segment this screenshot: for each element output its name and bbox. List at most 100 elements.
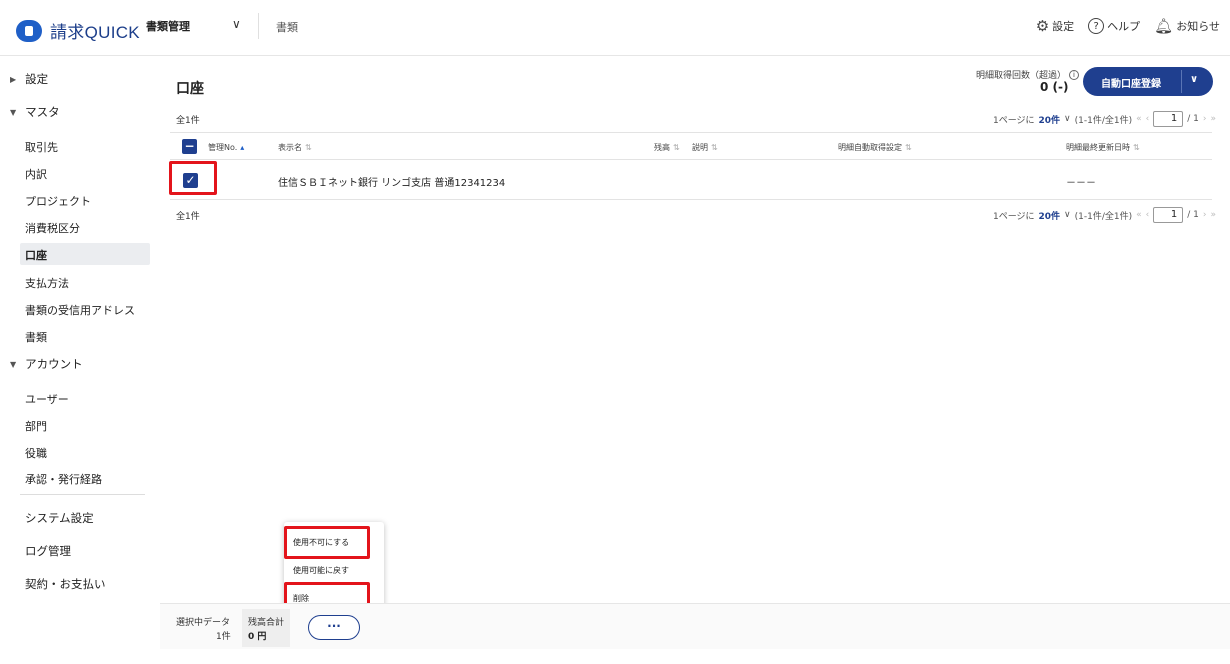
app-header: 請求QUICK 書類管理 ∨ 書類 ⚙ 設定 ? ヘルプ 🔔︎ お知らせ <box>0 0 1230 56</box>
sort-icon: ⇅ <box>673 143 680 152</box>
sort-icon: ⇅ <box>905 143 912 152</box>
next-page-icon[interactable]: › <box>1203 114 1207 124</box>
total-pages: / 1 <box>1187 114 1199 124</box>
sidebar-item-receive-address[interactable]: 書類の受信用アドレス <box>25 302 135 318</box>
settings-link[interactable]: ⚙ 設定 <box>1036 17 1074 35</box>
fetch-count-value: 0 (-) <box>1040 80 1069 94</box>
col-description[interactable]: 説明 ⇅ <box>692 142 718 153</box>
balance-total-label: 残高合計 <box>248 618 285 628</box>
next-page-icon[interactable]: › <box>1203 210 1207 220</box>
select-all-checkbox[interactable]: − <box>182 139 197 154</box>
logo-mark-icon <box>16 19 42 42</box>
sort-icon: ⇅ <box>711 143 718 152</box>
per-page-select[interactable]: 20件 <box>1039 209 1061 222</box>
balance-total-box: 残高合計 0 円 <box>242 609 290 647</box>
per-page-select[interactable]: 20件 <box>1039 113 1061 126</box>
sidebar-item-contract-payment[interactable]: 契約・お支払い <box>25 576 106 592</box>
pager-range: (1-1件/全1件) <box>1074 211 1133 222</box>
sidebar-item-log-management[interactable]: ログ管理 <box>25 543 71 559</box>
logo-text: 請求QUICK <box>50 23 140 42</box>
page-input[interactable]: 1 <box>1153 207 1184 223</box>
page-input[interactable]: 1 <box>1153 111 1184 127</box>
chevron-down-icon[interactable]: ∨ <box>1064 210 1071 220</box>
page-title: 口座 <box>176 81 204 97</box>
more-actions-button[interactable]: ··· <box>308 615 360 640</box>
col-management-no[interactable]: 管理No. ▴ <box>208 142 244 153</box>
app-logo[interactable]: 請求QUICK <box>16 18 140 43</box>
sort-asc-icon: ▴ <box>240 143 245 152</box>
auto-register-button[interactable]: 自動口座登録 ∨ <box>1083 67 1213 96</box>
info-icon[interactable]: i <box>1069 69 1080 80</box>
sort-icon: ⇅ <box>1133 143 1140 152</box>
button-separator <box>1181 70 1182 93</box>
caret-down-icon: ▼ <box>10 359 17 369</box>
caret-down-icon: ▼ <box>10 107 17 117</box>
sidebar-item-documents[interactable]: 書類 <box>25 329 47 345</box>
col-label: 明細最終更新日時 <box>1066 143 1130 152</box>
chevron-down-icon[interactable]: ∨ <box>1190 74 1198 85</box>
settings-label: 設定 <box>1052 20 1075 33</box>
table-header-row: − 管理No. ▴ 表示名 ⇅ 残高 ⇅ 説明 ⇅ 明細自動取得設定 ⇅ 明細最終更新日時… <box>170 132 1212 160</box>
sidebar-group-master[interactable]: ▼ マスタ <box>10 104 60 120</box>
sidebar-item-projects[interactable]: プロジェクト <box>25 193 91 209</box>
sidebar-item-clients[interactable]: 取引先 <box>25 139 58 155</box>
sidebar-item-system-settings[interactable]: システム設定 <box>25 510 94 526</box>
total-count-bottom: 全1件 <box>176 212 200 222</box>
sort-icon: ⇅ <box>305 143 312 152</box>
chevron-down-icon[interactable]: ∨ <box>232 17 241 31</box>
highlight-disable-item <box>284 526 370 559</box>
col-auto-fetch[interactable]: 明細自動取得設定 ⇅ <box>838 142 912 153</box>
help-link[interactable]: ? ヘルプ <box>1088 18 1140 34</box>
sidebar: ▶ 設定 ▼ マスタ 取引先 内訳 プロジェクト 消費税区分 口座 支払方法 書… <box>0 57 160 664</box>
sidebar-item-positions[interactable]: 役職 <box>25 445 47 461</box>
prev-page-icon[interactable]: ‹ <box>1146 210 1150 220</box>
total-count-top: 全1件 <box>176 116 200 126</box>
col-label: 明細自動取得設定 <box>838 143 902 152</box>
col-display-name[interactable]: 表示名 ⇅ <box>278 142 312 153</box>
last-page-icon[interactable]: » <box>1210 114 1216 124</box>
pager-top: 1ページに 20件 ∨ (1-1件/全1件) « ‹ 1 / 1 › » <box>993 111 1216 127</box>
sidebar-group-label: 設定 <box>25 72 49 86</box>
header-actions: ⚙ 設定 ? ヘルプ 🔔︎ お知らせ <box>1036 17 1220 35</box>
notifications-link[interactable]: 🔔︎ お知らせ <box>1154 17 1220 35</box>
col-balance[interactable]: 残高 ⇅ <box>654 142 680 153</box>
sidebar-item-departments[interactable]: 部門 <box>25 418 47 434</box>
first-page-icon[interactable]: « <box>1136 210 1142 220</box>
selection-bar: 選択中データ 1件 残高合計 0 円 ··· <box>160 603 1230 649</box>
sidebar-item-accounts[interactable]: 口座 <box>25 247 47 263</box>
col-label: 表示名 <box>278 143 302 152</box>
app-switcher[interactable]: 書類管理 <box>146 18 190 34</box>
chevron-down-icon[interactable]: ∨ <box>1064 114 1071 124</box>
col-label: 残高 <box>654 143 670 152</box>
auto-register-label: 自動口座登録 <box>1101 79 1161 90</box>
sidebar-item-breakdown[interactable]: 内訳 <box>25 166 47 182</box>
highlight-row-checkbox <box>169 161 217 195</box>
last-page-icon[interactable]: » <box>1210 210 1216 220</box>
bell-icon: 🔔︎ <box>1154 17 1174 35</box>
col-last-updated[interactable]: 明細最終更新日時 ⇅ <box>1066 142 1140 153</box>
caret-right-icon: ▶ <box>10 74 17 84</box>
sidebar-group-label: マスタ <box>25 105 60 119</box>
balance-total-value: 0 円 <box>248 632 267 642</box>
sidebar-item-tax-category[interactable]: 消費税区分 <box>25 220 80 236</box>
row-display-name: 住信ＳＢＩネット銀行 リンゴ支店 普通12341234 <box>278 178 506 189</box>
header-subtitle[interactable]: 書類 <box>276 19 298 35</box>
menu-item-enable[interactable]: 使用可能に戻す <box>293 565 349 576</box>
per-page-prefix: 1ページに <box>992 115 1035 126</box>
sidebar-item-approval-routes[interactable]: 承認・発行経路 <box>25 471 102 487</box>
first-page-icon[interactable]: « <box>1136 114 1142 124</box>
table-row[interactable]: ✓ 住信ＳＢＩネット銀行 リンゴ支店 普通12341234 －－－ <box>170 160 1212 200</box>
sidebar-item-payment-methods[interactable]: 支払方法 <box>25 275 69 291</box>
prev-page-icon[interactable]: ‹ <box>1146 114 1150 124</box>
gear-icon: ⚙ <box>1035 17 1050 35</box>
sidebar-item-users[interactable]: ユーザー <box>25 391 69 407</box>
col-label: 説明 <box>692 143 708 152</box>
sidebar-group-settings[interactable]: ▶ 設定 <box>10 71 48 87</box>
sidebar-group-account[interactable]: ▼ アカウント <box>10 356 83 372</box>
header-divider <box>258 13 259 39</box>
col-label: 管理No. <box>208 143 238 152</box>
notifications-label: お知らせ <box>1176 20 1220 33</box>
sidebar-group-label: アカウント <box>25 357 83 371</box>
row-last-updated: －－－ <box>1066 178 1096 189</box>
pager-bottom: 1ページに 20件 ∨ (1-1件/全1件) « ‹ 1 / 1 › » <box>993 207 1216 223</box>
